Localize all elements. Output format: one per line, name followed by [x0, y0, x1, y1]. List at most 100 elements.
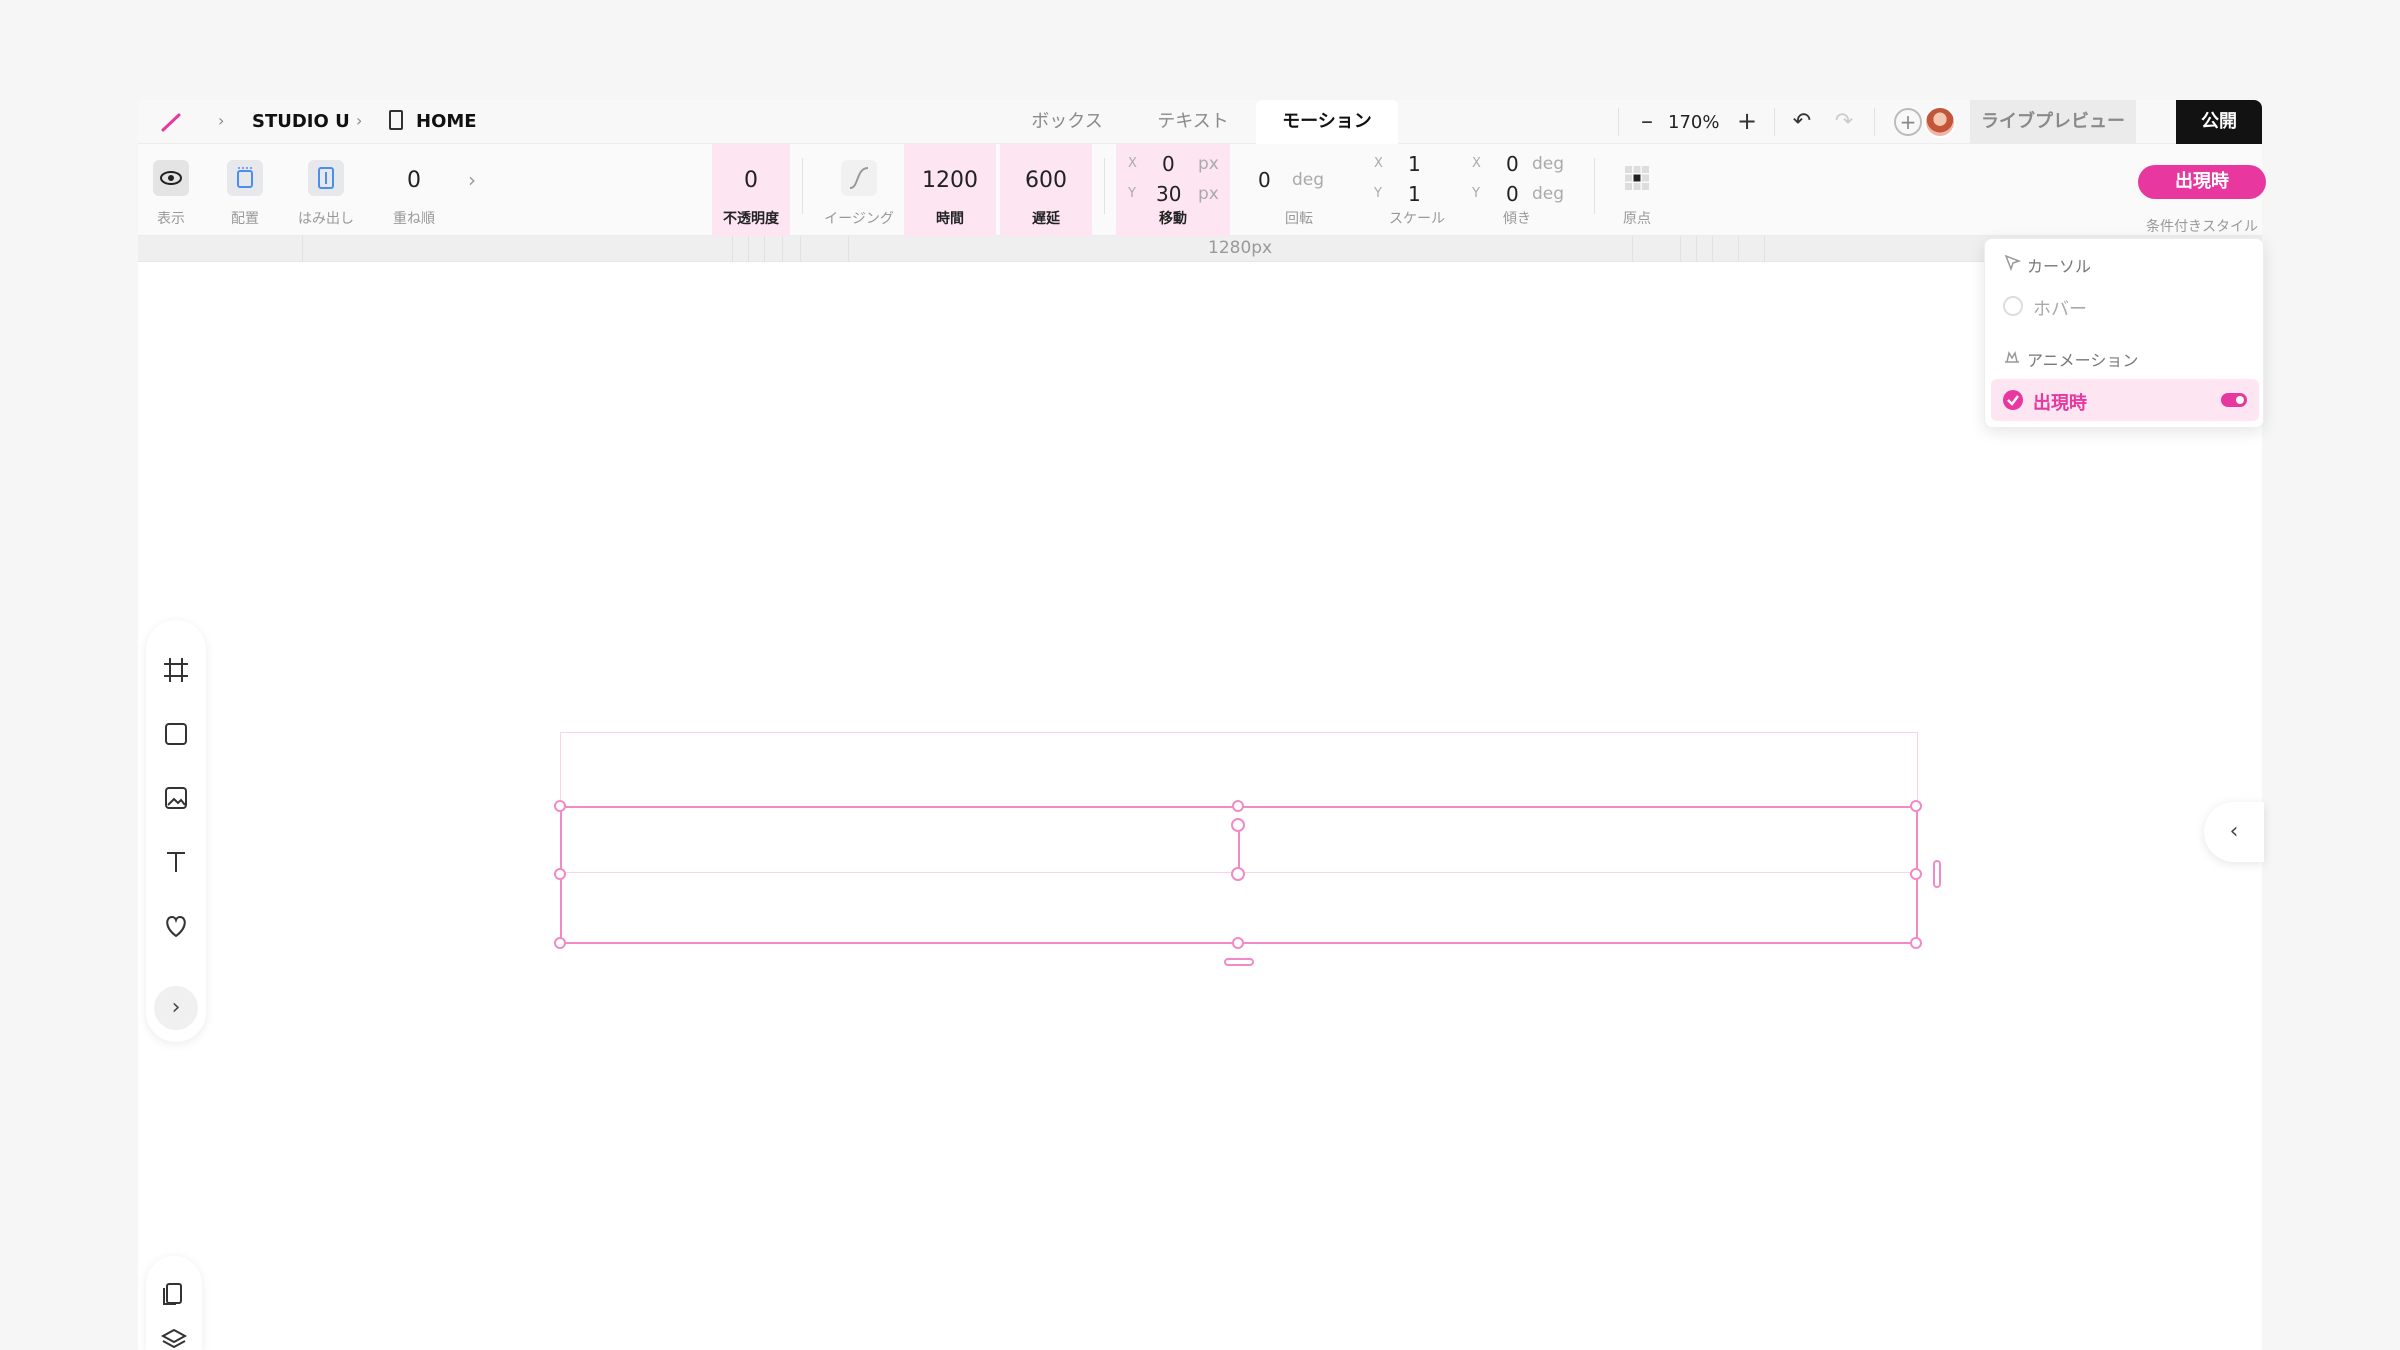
- pages-icon[interactable]: [160, 1280, 188, 1308]
- duration-tool[interactable]: 1200 時間: [904, 144, 996, 236]
- animation-heading: アニメーション: [2027, 351, 2139, 370]
- resize-handle-top-left[interactable]: [554, 800, 566, 812]
- origin-tool[interactable]: 原点: [1604, 144, 1670, 236]
- scale-y-value[interactable]: 1: [1408, 182, 1421, 206]
- avatar[interactable]: [1924, 106, 1956, 138]
- ruler-tick: [764, 236, 765, 262]
- zorder-label: 重ね順: [393, 211, 435, 227]
- move-x-value[interactable]: 0: [1162, 152, 1175, 176]
- origin-label: 原点: [1623, 211, 1651, 227]
- skew-y-value[interactable]: 0: [1506, 182, 1519, 206]
- tab-text[interactable]: テキスト: [1130, 100, 1256, 144]
- skew-label: 傾き: [1503, 211, 1531, 227]
- move-y-value[interactable]: 30: [1156, 182, 1181, 206]
- resize-handle-top-right[interactable]: [1910, 800, 1922, 812]
- heart-icon[interactable]: [162, 912, 190, 940]
- layout-label: 配置: [231, 211, 259, 227]
- expand-palette-button[interactable]: ›: [154, 986, 198, 1030]
- ruler-tick: [848, 236, 849, 262]
- rotate-tool[interactable]: 0 deg 回転: [1244, 144, 1354, 236]
- axis-x-label: X: [1128, 156, 1137, 171]
- zorder-value[interactable]: 0: [374, 168, 454, 193]
- delay-tool[interactable]: 600 遅延: [1000, 144, 1092, 236]
- easing-tool[interactable]: イージング: [814, 144, 904, 236]
- display-tool[interactable]: 表示: [138, 144, 204, 236]
- cursor-icon: [2004, 254, 2021, 271]
- frame-icon[interactable]: [162, 656, 190, 684]
- cursor-heading: カーソル: [2027, 257, 2092, 276]
- scale-tool[interactable]: X 1 Y 1 スケール: [1362, 144, 1472, 236]
- skew-y-unit: deg: [1532, 184, 1565, 204]
- conditional-style-button[interactable]: 出現時: [2138, 165, 2266, 199]
- opacity-value[interactable]: 0: [712, 168, 790, 193]
- move-tool[interactable]: X 0 px Y 30 px 移動: [1116, 144, 1230, 236]
- hover-option[interactable]: ホバー: [1991, 285, 2259, 327]
- resize-handle-top[interactable]: [1232, 800, 1244, 812]
- origin-handle[interactable]: [1231, 867, 1245, 881]
- skew-tool[interactable]: X 0 deg Y 0 deg 傾き: [1460, 144, 1574, 236]
- check-icon: [2003, 390, 2023, 410]
- scale-x-value[interactable]: 1: [1408, 152, 1421, 176]
- height-drag-handle[interactable]: [1224, 958, 1254, 966]
- zoom-level[interactable]: 170%: [1668, 112, 1719, 133]
- ruler-tick: [1632, 236, 1633, 262]
- ruler-tick: [1696, 236, 1697, 262]
- axis-y-label: Y: [1472, 186, 1480, 201]
- publish-button[interactable]: 公開: [2176, 100, 2262, 144]
- eye-icon: [153, 160, 189, 196]
- bottom-palette: [146, 1256, 202, 1350]
- chevron-right-icon: ›: [356, 111, 363, 130]
- ruler-tick: [782, 236, 783, 262]
- studio-logo-icon[interactable]: [160, 112, 182, 132]
- duration-label: 時間: [936, 211, 964, 227]
- live-preview-button[interactable]: ライブプレビュー: [1970, 100, 2136, 144]
- layout-icon: [227, 160, 263, 196]
- redo-icon[interactable]: ↷: [1830, 108, 1858, 136]
- layers-icon[interactable]: [160, 1326, 188, 1350]
- axis-x-label: X: [1472, 156, 1481, 171]
- resize-handle-bottom-right[interactable]: [1910, 937, 1922, 949]
- easing-curve-icon: [841, 160, 877, 196]
- opacity-tool[interactable]: 0 不透明度: [712, 144, 790, 236]
- editor-window: › STUDIO U › HOME ボックス テキスト モーション – 170%…: [138, 100, 2266, 1350]
- ruler-tick: [302, 236, 303, 262]
- tab-box[interactable]: ボックス: [1004, 100, 1130, 144]
- collapse-panel-button[interactable]: ‹: [2204, 802, 2264, 862]
- zoom-in-button[interactable]: +: [1732, 106, 1762, 136]
- rotation-handle[interactable]: [1231, 818, 1245, 832]
- conditional-style-label: 条件付きスタイル: [2146, 219, 2258, 235]
- width-drag-handle[interactable]: [1933, 860, 1941, 888]
- zorder-tool[interactable]: 0 重ね順: [374, 144, 454, 236]
- resize-handle-right[interactable]: [1910, 868, 1922, 880]
- breadcrumb-page[interactable]: HOME: [416, 111, 477, 132]
- resize-handle-left[interactable]: [554, 868, 566, 880]
- axis-x-label: X: [1374, 156, 1383, 171]
- zoom-out-button[interactable]: –: [1632, 106, 1662, 136]
- overflow-icon: [308, 160, 344, 196]
- text-icon[interactable]: [162, 848, 190, 876]
- delay-value[interactable]: 600: [1000, 168, 1092, 193]
- add-collaborator-icon[interactable]: +: [1894, 108, 1922, 136]
- duration-value[interactable]: 1200: [904, 168, 996, 193]
- skew-x-value[interactable]: 0: [1506, 152, 1519, 176]
- undo-icon[interactable]: ↶: [1788, 108, 1816, 136]
- box-icon[interactable]: [162, 720, 190, 748]
- resize-handle-bottom-left[interactable]: [554, 937, 566, 949]
- divider: [1618, 108, 1619, 136]
- ruler-tick: [1738, 236, 1739, 262]
- breadcrumb-project[interactable]: STUDIO U: [252, 111, 350, 132]
- rotate-value[interactable]: 0: [1258, 168, 1271, 192]
- ruler-tick: [1680, 236, 1681, 262]
- overflow-tool[interactable]: はみ出し: [286, 144, 366, 236]
- delay-label: 遅延: [1032, 211, 1060, 227]
- toggle-icon[interactable]: [2221, 393, 2247, 407]
- tab-motion[interactable]: モーション: [1256, 100, 1398, 144]
- resize-handle-bottom[interactable]: [1232, 937, 1244, 949]
- axis-y-label: Y: [1128, 186, 1136, 201]
- appear-option[interactable]: 出現時: [1991, 379, 2259, 421]
- more-tools-button[interactable]: ›: [454, 144, 490, 236]
- easing-label: イージング: [824, 211, 894, 227]
- layout-tool[interactable]: 配置: [212, 144, 278, 236]
- overflow-label: はみ出し: [298, 211, 354, 227]
- image-icon[interactable]: [162, 784, 190, 812]
